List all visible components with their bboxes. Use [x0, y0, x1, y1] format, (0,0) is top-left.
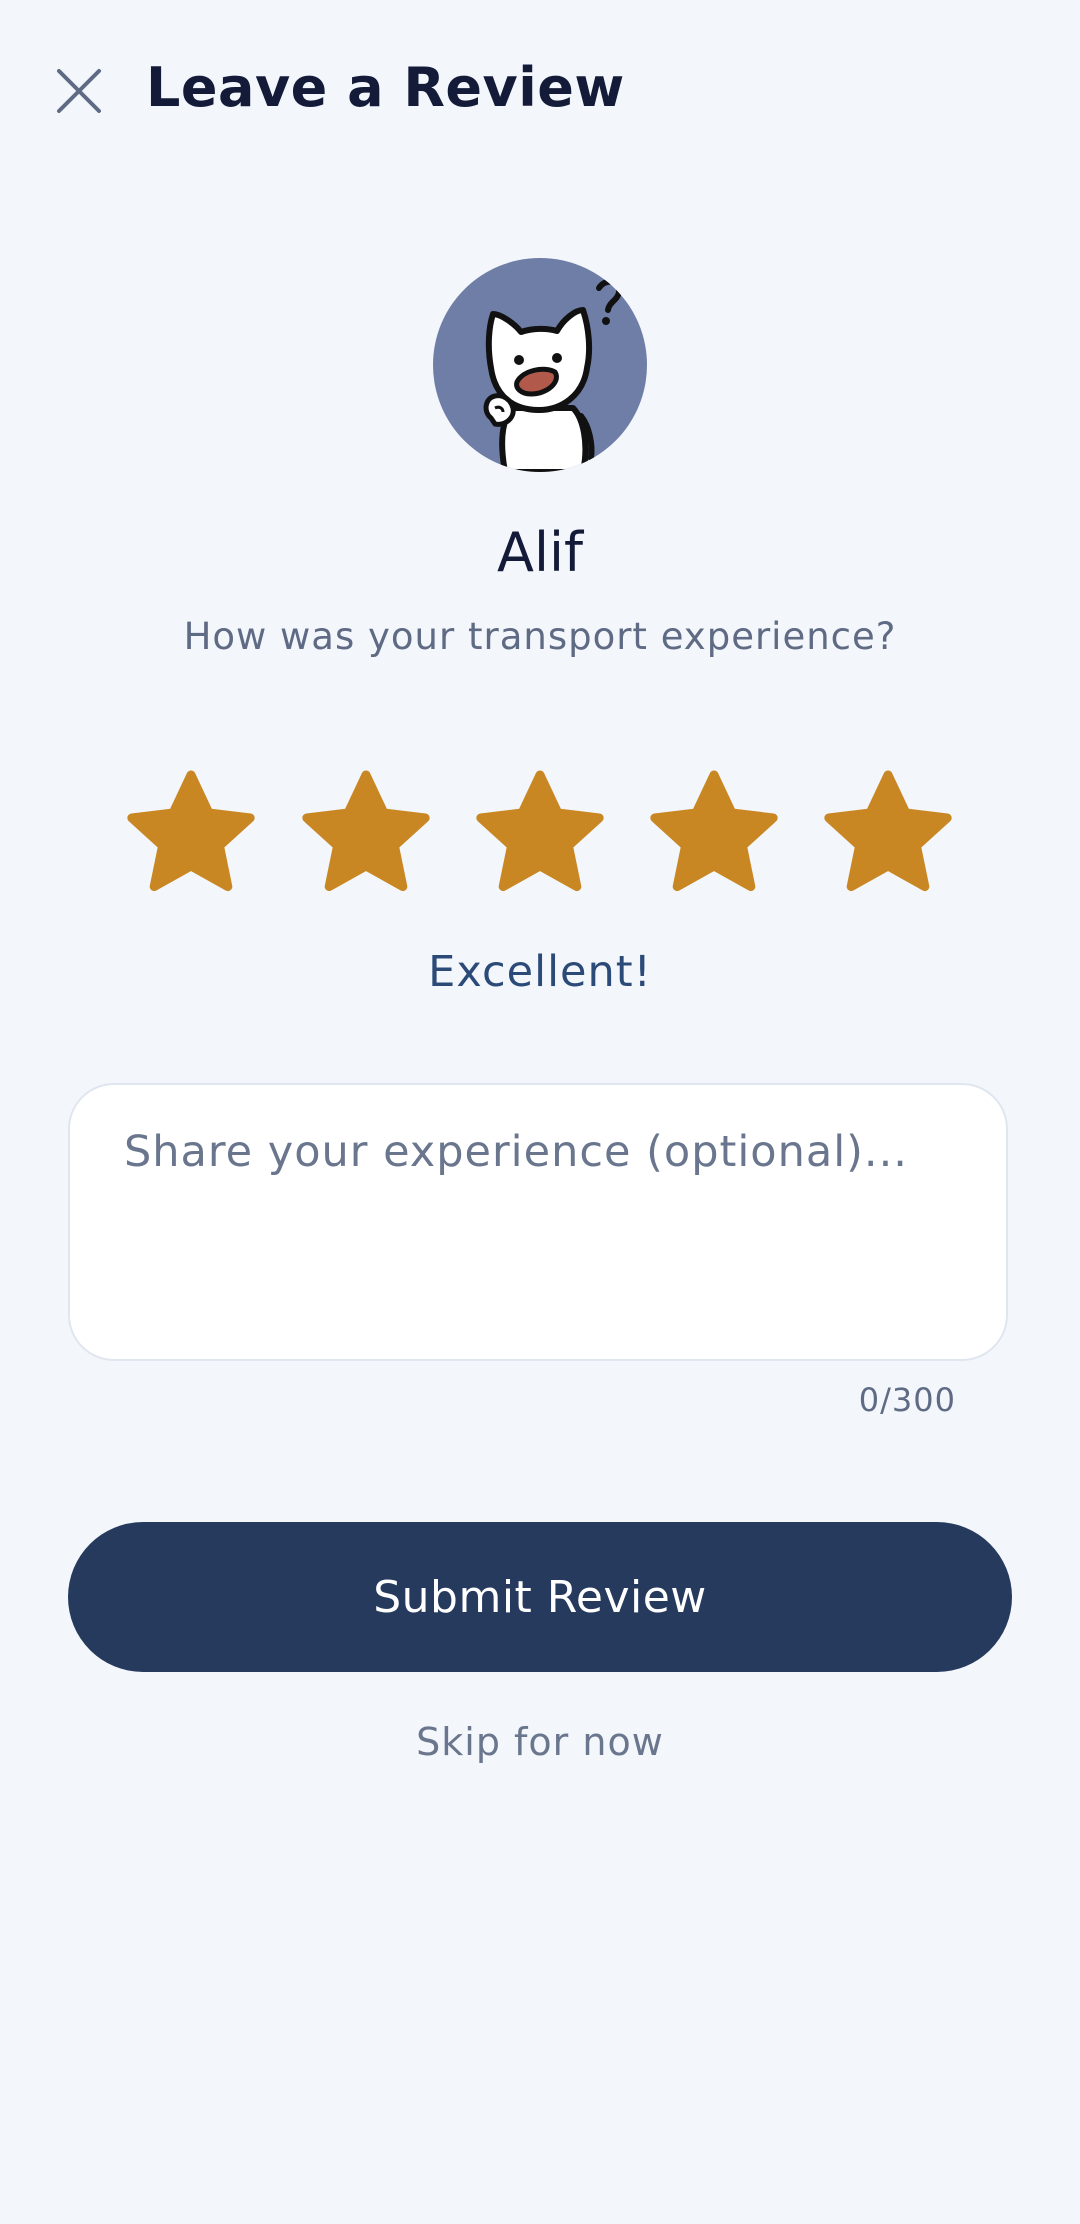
- star-rating: [0, 766, 1080, 900]
- cat-avatar-icon: [483, 278, 623, 472]
- star-icon[interactable]: [299, 766, 433, 900]
- driver-avatar: [433, 258, 647, 472]
- char-count: 0/300: [858, 1381, 956, 1419]
- submit-review-button[interactable]: Submit Review: [68, 1522, 1012, 1672]
- star-icon[interactable]: [473, 766, 607, 900]
- review-textarea-container: [68, 1083, 1008, 1361]
- skip-link[interactable]: Skip for now: [0, 1716, 1080, 1768]
- close-icon: [57, 69, 101, 113]
- close-button[interactable]: [48, 60, 110, 122]
- review-textarea[interactable]: [124, 1127, 954, 1327]
- review-prompt: How was your transport experience?: [183, 615, 897, 658]
- star-icon[interactable]: [821, 766, 955, 900]
- driver-name: Alif: [497, 521, 583, 584]
- rating-label: Excellent!: [428, 947, 652, 997]
- page-title: Leave a Review: [146, 56, 625, 119]
- star-icon[interactable]: [124, 766, 258, 900]
- star-icon[interactable]: [647, 766, 781, 900]
- top-bar: Leave a Review: [0, 0, 1080, 180]
